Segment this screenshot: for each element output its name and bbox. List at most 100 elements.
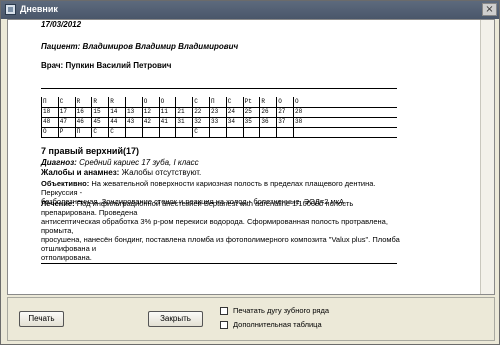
upper-number-cell: 25 bbox=[244, 108, 252, 115]
chart-cell-divider bbox=[225, 107, 227, 117]
lower-status-cell: П bbox=[76, 128, 81, 135]
chart-cell-divider bbox=[125, 97, 126, 107]
chart-cell-divider bbox=[259, 107, 261, 117]
document-end-rule bbox=[41, 263, 397, 264]
print-arc-checkbox-label: Печатать дугу зубного ряда bbox=[233, 306, 330, 315]
extra-table-checkbox-box[interactable] bbox=[220, 321, 228, 330]
lower-status-cell: С bbox=[93, 128, 97, 135]
upper-number-cell: 14 bbox=[110, 108, 118, 115]
lower-number-cell: 46 bbox=[76, 118, 84, 125]
footer-panel: Печать Закрыть Печатать дугу зубного ряд… bbox=[7, 297, 495, 341]
lower-number-cell: 47 bbox=[59, 118, 67, 125]
chart-cell-divider bbox=[276, 107, 278, 117]
treatment-paragraph: Лечение: Под инфильтрационной анестезией… bbox=[41, 199, 401, 262]
chart-cell-divider bbox=[225, 117, 227, 127]
lower-number-cell: 31 bbox=[177, 118, 185, 125]
upper-number-cell: 26 bbox=[261, 108, 269, 115]
record-date: 17/03/2012 bbox=[41, 20, 82, 29]
close-button[interactable]: Закрыть bbox=[148, 311, 203, 327]
chart-cell-divider bbox=[74, 127, 76, 137]
lower-number-cell: 38 bbox=[295, 118, 303, 125]
upper-status-cell: С bbox=[227, 98, 232, 105]
extra-table-checkbox[interactable]: Дополнительная таблица bbox=[220, 320, 322, 330]
lower-number-cell: 44 bbox=[110, 118, 118, 125]
lower-number-cell: 41 bbox=[160, 118, 168, 125]
diagnosis-label: Диагноз: bbox=[41, 158, 77, 167]
chart-cell-divider bbox=[141, 97, 143, 107]
upper-number-cell: 17 bbox=[59, 108, 67, 115]
chart-cell-divider bbox=[276, 127, 278, 137]
treatment-line-1: Под инфильтрационной анестезией Septanes… bbox=[41, 199, 354, 217]
chart-cell-divider bbox=[41, 97, 42, 107]
lower-number-cell: 33 bbox=[211, 118, 219, 125]
complaints-label: Жалобы и анамнез: bbox=[41, 168, 120, 177]
chart-rule-bottom bbox=[41, 137, 397, 138]
objective-label: Объективно: bbox=[41, 179, 90, 188]
chart-rule-top bbox=[41, 88, 397, 89]
chart-cell-divider bbox=[91, 107, 93, 117]
chart-cell-divider bbox=[91, 127, 93, 137]
upper-status-cell: R bbox=[110, 98, 114, 105]
chart-cell-divider bbox=[91, 97, 93, 107]
print-button[interactable]: Печать bbox=[19, 311, 64, 327]
diagnosis-value: Средний кариес 17 зуба, I класс bbox=[79, 158, 199, 167]
upper-number-cell: 22 bbox=[194, 108, 202, 115]
diary-window: Дневник × 17/03/2012 Пациент: Владимиров… bbox=[0, 0, 500, 345]
treatment-line-2: антисептическая обработка 3% р-ром перек… bbox=[41, 217, 388, 235]
treatment-line-4: отполирована. bbox=[41, 253, 92, 262]
chart-cell-divider bbox=[108, 97, 110, 107]
lower-number-cell: 43 bbox=[127, 118, 135, 125]
chart-cell-divider bbox=[57, 117, 59, 127]
upper-status-cell: R bbox=[93, 98, 97, 105]
chart-cell-divider bbox=[108, 127, 110, 137]
document-view[interactable]: 17/03/2012 Пациент: Владимиров Владимир … bbox=[7, 19, 495, 295]
chart-cell-divider bbox=[158, 97, 160, 107]
chart-cell-divider bbox=[175, 97, 177, 107]
chart-cell-divider bbox=[242, 127, 244, 137]
chart-cell-divider bbox=[125, 107, 126, 117]
upper-number-cell: 24 bbox=[227, 108, 235, 115]
upper-number-cell: 23 bbox=[211, 108, 219, 115]
chart-cell-divider bbox=[158, 107, 160, 117]
print-arc-checkbox-box[interactable] bbox=[220, 307, 228, 316]
chart-cell-divider bbox=[74, 97, 76, 107]
chart-cell-divider bbox=[41, 107, 42, 117]
upper-number-cell: 12 bbox=[143, 108, 151, 115]
chart-cell-divider bbox=[41, 117, 42, 127]
treatment-label: Лечение: bbox=[41, 199, 75, 208]
print-arc-checkbox[interactable]: Печатать дугу зубного ряда bbox=[220, 306, 330, 316]
lower-number-cell: 36 bbox=[261, 118, 269, 125]
upper-status-cell: С bbox=[194, 98, 198, 105]
chart-cell-divider bbox=[242, 97, 244, 107]
chart-cell-divider bbox=[209, 107, 210, 117]
close-window-button[interactable]: × bbox=[482, 3, 497, 16]
chart-cell-divider bbox=[192, 97, 194, 107]
chart-cell-divider bbox=[91, 117, 93, 127]
window-title: Дневник bbox=[20, 4, 58, 14]
chart-cell-divider bbox=[293, 107, 294, 117]
title-bar[interactable]: Дневник × bbox=[1, 1, 499, 19]
chart-cell-divider bbox=[175, 117, 177, 127]
chart-cell-divider bbox=[141, 107, 143, 117]
chart-cell-divider bbox=[209, 127, 210, 137]
chart-cell-divider bbox=[293, 97, 294, 107]
chart-cell-divider bbox=[209, 117, 210, 127]
lower-number-cell: 48 bbox=[43, 118, 51, 125]
upper-status-cell: П bbox=[211, 98, 215, 105]
chart-cell-divider bbox=[158, 117, 160, 127]
upper-status-cell: О bbox=[160, 98, 165, 105]
lower-status-cell: С bbox=[194, 128, 198, 135]
tooth-title: 7 правый верхний(17) bbox=[41, 146, 140, 156]
lower-number-cell: 37 bbox=[278, 118, 286, 125]
complaints-line: Жалобы и анамнез: Жалобы отсутствуют. bbox=[41, 168, 201, 177]
complaints-value: Жалобы отсутствуют. bbox=[121, 168, 202, 177]
upper-number-cell: 27 bbox=[278, 108, 286, 115]
diagnosis-line: Диагноз: Средний кариес 17 зуба, I класс bbox=[41, 158, 199, 167]
chart-cell-divider bbox=[209, 97, 210, 107]
chart-cell-divider bbox=[175, 127, 177, 137]
treatment-line-3: просушена, нанесён бондинг, поставлена п… bbox=[41, 235, 400, 253]
chart-cell-divider bbox=[192, 117, 194, 127]
vertical-scrollbar[interactable] bbox=[480, 20, 494, 294]
upper-status-cell: С bbox=[59, 98, 64, 105]
chart-cell-divider bbox=[141, 117, 143, 127]
